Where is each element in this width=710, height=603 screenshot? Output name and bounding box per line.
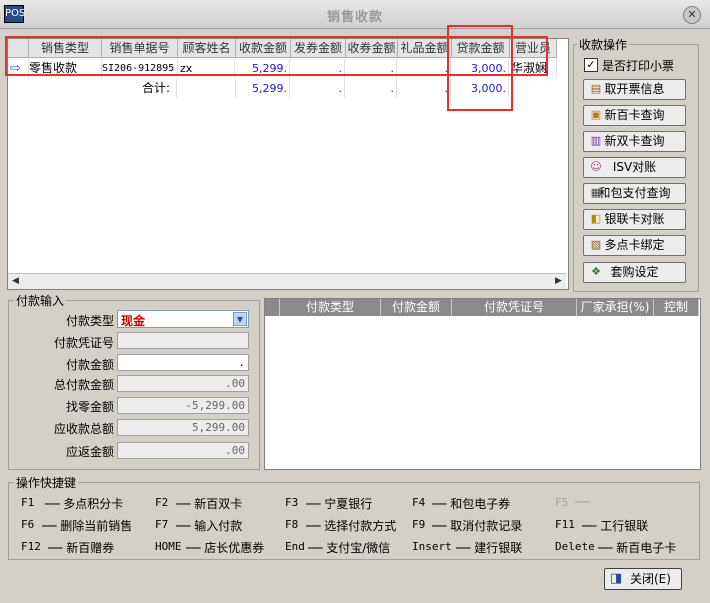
- total-coupon-receive: .: [346, 79, 397, 98]
- shortcut-key: F12: [21, 540, 41, 553]
- hebao-pay-query-label: 和包支付查询: [598, 186, 671, 200]
- shortcut-key: F2: [155, 496, 169, 509]
- isv-reconcile-label: ISV对账: [612, 160, 657, 174]
- payment-type-select[interactable]: 现金 ▼: [117, 310, 249, 328]
- voucher-no-field[interactable]: [117, 332, 249, 349]
- close-button-label: 关闭(E): [630, 572, 671, 586]
- shortcuts-label: 操作快捷键: [14, 474, 79, 491]
- shortcut-key: F4: [412, 496, 426, 509]
- total-label: 合计:: [102, 79, 177, 98]
- highlight-loan-box: [447, 25, 513, 111]
- title-bar: POS 销售收款 ✕: [0, 0, 710, 29]
- shortcut-label: ── 输入付款: [176, 519, 243, 533]
- shortcut-key: F11: [555, 518, 575, 531]
- chevron-down-icon[interactable]: ▼: [233, 312, 247, 326]
- card-reader-icon: ◧: [590, 212, 602, 225]
- refund-amount-field: .00: [117, 442, 249, 459]
- shortcut-label: ── 和包电子券: [432, 497, 511, 511]
- shortcut-key: HOME: [155, 540, 182, 553]
- bundle-setting-button[interactable]: ❖ 套购设定: [583, 262, 686, 283]
- shortcut-key: End: [285, 540, 305, 553]
- shortcut-key: Insert: [412, 540, 452, 553]
- shortcut-label: ── 多点积分卡: [45, 497, 124, 511]
- bundle-setting-label: 套购设定: [610, 265, 659, 279]
- total-paid-field: .00: [117, 375, 249, 392]
- total-customer-empty: [178, 79, 236, 98]
- total-receivable-field: 5,299.00: [117, 419, 249, 436]
- total-paid-label: 总付款金额: [53, 378, 114, 392]
- payment-input-label: 付款输入: [14, 292, 67, 309]
- payment-amount-field[interactable]: .: [117, 354, 249, 371]
- shortcut-key: F6: [21, 518, 35, 531]
- multipoint-card-bind-label: 多点卡绑定: [604, 238, 665, 252]
- close-button[interactable]: ◨ 关闭(E): [604, 568, 682, 590]
- payment-header-voucher[interactable]: 付款凭证号: [452, 299, 577, 316]
- payment-type-value: 现金: [121, 314, 146, 328]
- shortcut-label: ── 选择付款方式: [306, 519, 397, 533]
- payment-header-type[interactable]: 付款类型: [280, 299, 381, 316]
- ticket-icon: ▤: [590, 82, 602, 95]
- card-icon: ▥: [590, 134, 602, 147]
- exit-door-icon: ◨: [610, 571, 623, 586]
- unionpay-reconcile-button[interactable]: ◧ 银联卡对账: [583, 209, 686, 230]
- grid-icon: ▦: [590, 186, 602, 199]
- shortcut-key: Delete: [555, 540, 595, 553]
- isv-reconcile-button[interactable]: ☺ ISV对账: [583, 157, 686, 178]
- change-amount-label: 找零金额: [65, 400, 114, 414]
- shortcut-label-disabled: ──: [575, 495, 590, 509]
- hebao-pay-query-button[interactable]: ▦ 和包支付查询: [583, 183, 686, 204]
- payment-header-indicator: [265, 299, 280, 316]
- shortcut-key: F8: [285, 518, 299, 531]
- print-receipt-checkbox[interactable]: ✓: [584, 58, 598, 72]
- shortcut-key: F9: [412, 518, 426, 531]
- total-coupon-issue: .: [291, 79, 345, 98]
- payment-type-label: 付款类型: [65, 314, 114, 328]
- shortcut-label: ── 新百双卡: [176, 497, 243, 511]
- shortcut-label: ── 取消付款记录: [432, 519, 523, 533]
- payment-header-amount[interactable]: 付款金额: [381, 299, 452, 316]
- payment-header-control[interactable]: 控制: [654, 299, 699, 316]
- shortcut-label: ── 店长优惠券: [186, 541, 265, 555]
- shortcut-key: F1: [21, 496, 35, 509]
- window-title: 销售收款: [326, 10, 383, 25]
- shortcut-label: ── 新百电子卡: [598, 541, 677, 555]
- cancel-invoice-label: 取开票信息: [604, 82, 665, 96]
- xinshuang-card-query-label: 新双卡查询: [604, 134, 665, 148]
- shortcut-label: ── 删除当前销售: [42, 519, 133, 533]
- unionpay-reconcile-label: 银联卡对账: [604, 212, 665, 226]
- card-icon: ▣: [590, 108, 602, 121]
- shortcut-label: ── 建行银联: [456, 541, 523, 555]
- print-receipt-label: 是否打印小票: [602, 59, 675, 73]
- refund-amount-label: 应返金额: [65, 445, 114, 459]
- cancel-invoice-button[interactable]: ▤ 取开票信息: [583, 79, 686, 100]
- xinbai-card-query-button[interactable]: ▣ 新百卡查询: [583, 105, 686, 126]
- shortcut-label: ── 新百赠券: [48, 541, 115, 555]
- voucher-no-label: 付款凭证号: [53, 336, 114, 350]
- shortcut-key-disabled: F5: [555, 496, 569, 509]
- total-gift-amount: .: [398, 79, 451, 98]
- shortcut-key: F3: [285, 496, 299, 509]
- change-amount-field: -5,299.00: [117, 397, 249, 414]
- close-icon[interactable]: ✕: [683, 6, 701, 24]
- payment-header-vendor-share[interactable]: 厂家承担(%): [577, 299, 654, 316]
- multipoint-card-bind-button[interactable]: ▧ 多点卡绑定: [583, 235, 686, 256]
- horizontal-scrollbar[interactable]: ◀ ▶: [8, 273, 566, 289]
- shortcut-label: ── 支付宝/微信: [308, 541, 391, 555]
- payment-amount-label: 付款金额: [65, 358, 114, 372]
- scroll-left-icon[interactable]: ◀: [9, 275, 22, 287]
- total-receivable-label: 应收款总额: [53, 422, 114, 436]
- payment-grid: 付款类型 付款金额 付款凭证号 厂家承担(%) 控制: [264, 298, 701, 470]
- shortcut-key: F7: [155, 518, 169, 531]
- ops-group-label: 收款操作: [577, 36, 630, 53]
- scroll-right-icon[interactable]: ▶: [552, 275, 565, 287]
- gift-icon: ❖: [591, 265, 601, 278]
- shortcut-label: ── 工行银联: [582, 519, 649, 533]
- total-receive-amount: 5,299.: [236, 79, 290, 98]
- xinbai-card-query-label: 新百卡查询: [604, 108, 665, 122]
- xinshuang-card-query-button[interactable]: ▥ 新双卡查询: [583, 131, 686, 152]
- user-icon: ☺: [590, 160, 602, 173]
- form-icon: ▧: [590, 238, 602, 251]
- shortcut-label: ── 宁夏银行: [306, 497, 373, 511]
